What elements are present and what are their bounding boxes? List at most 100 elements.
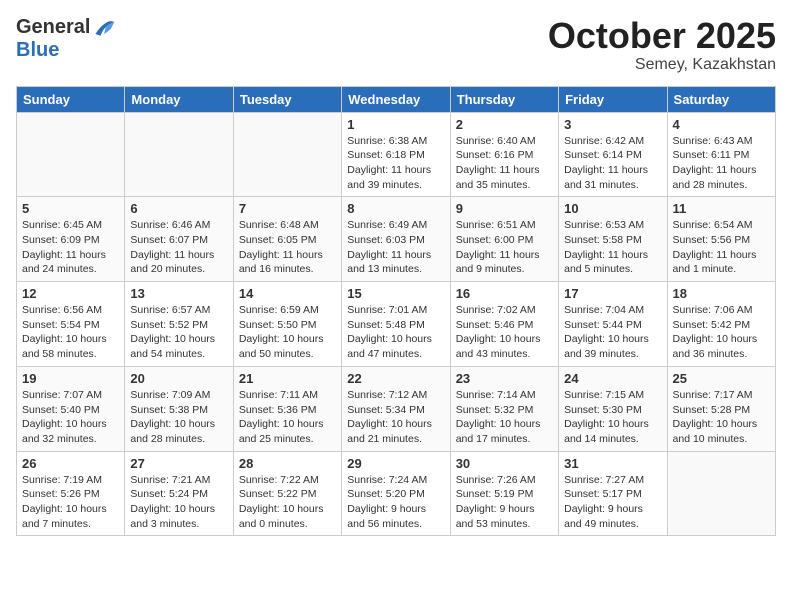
location-title: Semey, Kazakhstan [548, 56, 776, 74]
calendar-cell: 11 Sunrise: 6:54 AM Sunset: 5:56 PM Dayli… [667, 197, 775, 282]
day-info: Sunrise: 7:14 AM Sunset: 5:32 PM Dayligh… [456, 388, 553, 447]
day-info: Sunrise: 7:17 AM Sunset: 5:28 PM Dayligh… [673, 388, 770, 447]
calendar-cell: 7 Sunrise: 6:48 AM Sunset: 6:05 PM Daylig… [233, 197, 341, 282]
calendar-cell: 28Sunrise: 7:22 AM Sunset: 5:22 PM Dayli… [233, 451, 341, 536]
day-info: Sunrise: 6:43 AM Sunset: 6:11 PM Dayligh… [673, 134, 770, 193]
calendar-week-row: 19 Sunrise: 7:07 AM Sunset: 5:40 PM Dayli… [17, 366, 776, 451]
day-info: Sunrise: 6:45 AM Sunset: 6:09 PM Dayligh… [22, 218, 119, 277]
day-number: 29 [347, 456, 444, 471]
calendar-table: SundayMondayTuesdayWednesdayThursdayFrid… [16, 86, 776, 537]
calendar-cell: 9 Sunrise: 6:51 AM Sunset: 6:00 PM Daylig… [450, 197, 558, 282]
day-number: 31 [564, 456, 661, 471]
calendar-cell: 23Sunrise: 7:14 AM Sunset: 5:32 PM Dayli… [450, 366, 558, 451]
calendar-cell: 5 Sunrise: 6:45 AM Sunset: 6:09 PM Daylig… [17, 197, 125, 282]
calendar-week-row: 5 Sunrise: 6:45 AM Sunset: 6:09 PM Daylig… [17, 197, 776, 282]
calendar-cell: 25 Sunrise: 7:17 AM Sunset: 5:28 PM Dayli… [667, 366, 775, 451]
day-info: Sunrise: 6:48 AM Sunset: 6:05 PM Dayligh… [239, 218, 336, 277]
calendar-week-row: 26 Sunrise: 7:19 AM Sunset: 5:26 PM Dayli… [17, 451, 776, 536]
day-number: 10 [564, 201, 661, 216]
day-number: 3 [564, 117, 661, 132]
calendar-cell: 16Sunrise: 7:02 AM Sunset: 5:46 PM Dayli… [450, 282, 558, 367]
calendar-cell: 24 Sunrise: 7:15 AM Sunset: 5:30 PM Dayli… [559, 366, 667, 451]
weekday-header-cell: Thursday [450, 86, 558, 112]
day-info: Sunrise: 6:42 AM Sunset: 6:14 PM Dayligh… [564, 134, 661, 193]
day-info: Sunrise: 6:57 AM Sunset: 5:52 PM Dayligh… [130, 303, 227, 362]
weekday-header-row: SundayMondayTuesdayWednesdayThursdayFrid… [17, 86, 776, 112]
day-info: Sunrise: 7:21 AM Sunset: 5:24 PM Dayligh… [130, 473, 227, 532]
day-number: 1 [347, 117, 444, 132]
day-info: Sunrise: 6:59 AM Sunset: 5:50 PM Dayligh… [239, 303, 336, 362]
calendar-cell: 6 Sunrise: 6:46 AM Sunset: 6:07 PM Daylig… [125, 197, 233, 282]
calendar-cell: 15 Sunrise: 7:01 AM Sunset: 5:48 PM Dayli… [342, 282, 450, 367]
calendar-cell: 12 Sunrise: 6:56 AM Sunset: 5:54 PM Dayli… [17, 282, 125, 367]
day-info: Sunrise: 6:46 AM Sunset: 6:07 PM Dayligh… [130, 218, 227, 277]
calendar-cell: 30 Sunrise: 7:26 AM Sunset: 5:19 PM Dayli… [450, 451, 558, 536]
day-number: 27 [130, 456, 227, 471]
calendar-cell: 18 Sunrise: 7:06 AM Sunset: 5:42 PM Dayli… [667, 282, 775, 367]
day-number: 15 [347, 286, 444, 301]
day-number: 21 [239, 371, 336, 386]
day-info: Sunrise: 7:27 AM Sunset: 5:17 PM Dayligh… [564, 473, 661, 532]
day-number: 25 [673, 371, 770, 386]
day-number: 18 [673, 286, 770, 301]
day-number: 13 [130, 286, 227, 301]
day-info: Sunrise: 7:01 AM Sunset: 5:48 PM Dayligh… [347, 303, 444, 362]
day-number: 12 [22, 286, 119, 301]
calendar-cell: 22Sunrise: 7:12 AM Sunset: 5:34 PM Dayli… [342, 366, 450, 451]
day-number: 7 [239, 201, 336, 216]
day-number: 5 [22, 201, 119, 216]
day-number: 9 [456, 201, 553, 216]
day-info: Sunrise: 6:51 AM Sunset: 6:00 PM Dayligh… [456, 218, 553, 277]
day-number: 11 [673, 201, 770, 216]
weekday-header-cell: Friday [559, 86, 667, 112]
logo-blue-text: Blue [16, 39, 59, 62]
calendar-cell: 3 Sunrise: 6:42 AM Sunset: 6:14 PM Daylig… [559, 112, 667, 197]
weekday-header-cell: Monday [125, 86, 233, 112]
day-info: Sunrise: 6:49 AM Sunset: 6:03 PM Dayligh… [347, 218, 444, 277]
day-info: Sunrise: 7:15 AM Sunset: 5:30 PM Dayligh… [564, 388, 661, 447]
day-number: 14 [239, 286, 336, 301]
day-info: Sunrise: 7:22 AM Sunset: 5:22 PM Dayligh… [239, 473, 336, 532]
day-info: Sunrise: 7:06 AM Sunset: 5:42 PM Dayligh… [673, 303, 770, 362]
calendar-cell: 31 Sunrise: 7:27 AM Sunset: 5:17 PM Dayli… [559, 451, 667, 536]
day-info: Sunrise: 7:11 AM Sunset: 5:36 PM Dayligh… [239, 388, 336, 447]
day-info: Sunrise: 7:19 AM Sunset: 5:26 PM Dayligh… [22, 473, 119, 532]
weekday-header-cell: Wednesday [342, 86, 450, 112]
day-info: Sunrise: 7:07 AM Sunset: 5:40 PM Dayligh… [22, 388, 119, 447]
day-info: Sunrise: 6:40 AM Sunset: 6:16 PM Dayligh… [456, 134, 553, 193]
weekday-header-cell: Sunday [17, 86, 125, 112]
logo-general-text: General [16, 16, 90, 39]
calendar-cell: 21 Sunrise: 7:11 AM Sunset: 5:36 PM Dayli… [233, 366, 341, 451]
calendar-cell [233, 112, 341, 197]
calendar-cell: 29 Sunrise: 7:24 AM Sunset: 5:20 PM Dayli… [342, 451, 450, 536]
day-info: Sunrise: 6:54 AM Sunset: 5:56 PM Dayligh… [673, 218, 770, 277]
day-info: Sunrise: 7:12 AM Sunset: 5:34 PM Dayligh… [347, 388, 444, 447]
day-number: 6 [130, 201, 227, 216]
calendar-cell: 1 Sunrise: 6:38 AM Sunset: 6:18 PM Daylig… [342, 112, 450, 197]
calendar-cell [667, 451, 775, 536]
day-number: 24 [564, 371, 661, 386]
day-number: 30 [456, 456, 553, 471]
calendar-week-row: 12 Sunrise: 6:56 AM Sunset: 5:54 PM Dayli… [17, 282, 776, 367]
day-number: 4 [673, 117, 770, 132]
day-info: Sunrise: 7:04 AM Sunset: 5:44 PM Dayligh… [564, 303, 661, 362]
day-number: 19 [22, 371, 119, 386]
calendar-cell: 17 Sunrise: 7:04 AM Sunset: 5:44 PM Dayli… [559, 282, 667, 367]
month-title: October 2025 [548, 16, 776, 56]
day-info: Sunrise: 7:26 AM Sunset: 5:19 PM Dayligh… [456, 473, 553, 532]
calendar-cell: 2Sunrise: 6:40 AM Sunset: 6:16 PM Daylig… [450, 112, 558, 197]
calendar-cell: 14 Sunrise: 6:59 AM Sunset: 5:50 PM Dayli… [233, 282, 341, 367]
calendar-cell [17, 112, 125, 197]
weekday-header-cell: Saturday [667, 86, 775, 112]
calendar-cell: 26 Sunrise: 7:19 AM Sunset: 5:26 PM Dayli… [17, 451, 125, 536]
day-info: Sunrise: 7:02 AM Sunset: 5:46 PM Dayligh… [456, 303, 553, 362]
day-number: 26 [22, 456, 119, 471]
logo: General Blue [16, 16, 116, 62]
page-header: General Blue October 2025 Semey, Kazakhs… [16, 16, 776, 74]
day-info: Sunrise: 7:24 AM Sunset: 5:20 PM Dayligh… [347, 473, 444, 532]
day-number: 17 [564, 286, 661, 301]
calendar-cell [125, 112, 233, 197]
day-info: Sunrise: 6:38 AM Sunset: 6:18 PM Dayligh… [347, 134, 444, 193]
day-info: Sunrise: 6:56 AM Sunset: 5:54 PM Dayligh… [22, 303, 119, 362]
calendar-cell: 4 Sunrise: 6:43 AM Sunset: 6:11 PM Daylig… [667, 112, 775, 197]
